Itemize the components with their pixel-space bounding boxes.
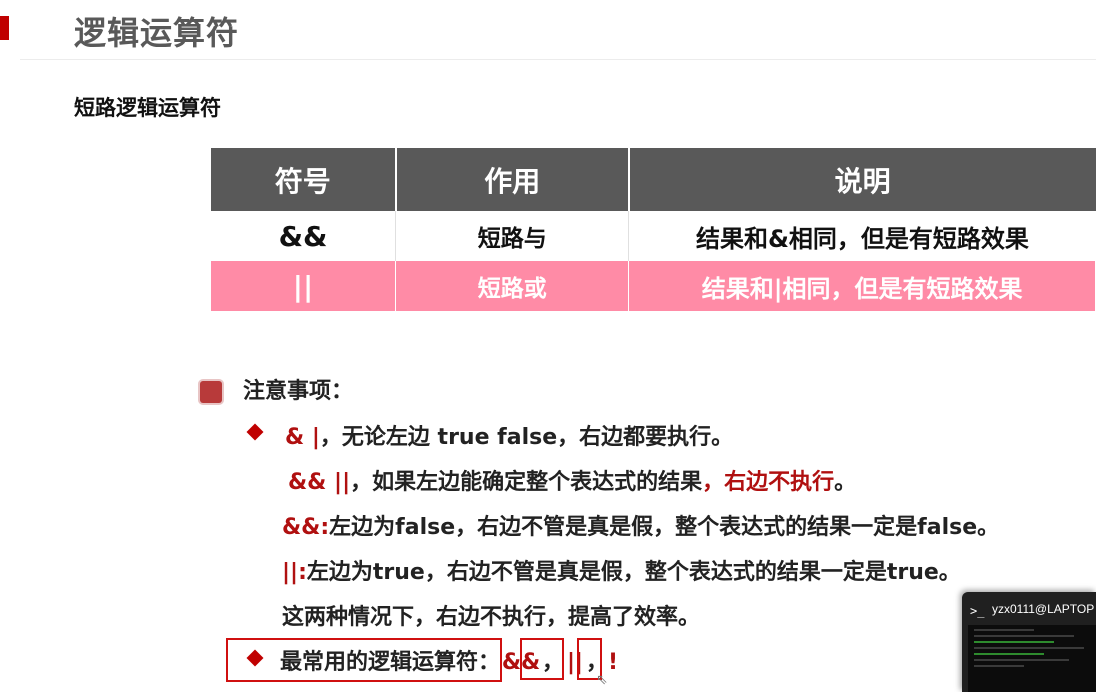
- note-square-icon: [200, 381, 222, 403]
- row-symbol: ||: [211, 261, 397, 311]
- row-description: 结果和|相同，但是有短路效果: [628, 261, 1096, 311]
- terminal-line: [974, 647, 1084, 649]
- table-row: && 短路与 结果和&相同，但是有短路效果: [211, 211, 1096, 261]
- row-function: 短路或: [395, 261, 630, 311]
- note-line-4: ||:左边为true，右边不管是真是假，整个表达式的结果一定是true。: [282, 554, 961, 586]
- terminal-window-thumbnail[interactable]: >_ yzx0111@LAPTOP: [962, 592, 1096, 692]
- note-emphasis: ，右边不执行: [702, 470, 835, 495]
- notes-heading: 注意事项：: [243, 379, 354, 404]
- terminal-icon: >_: [970, 604, 985, 618]
- highlight-box-and: [520, 638, 564, 680]
- operator-table: 符号 作用 说明 && 短路与 结果和&相同，但是有短路效果 || 短路或 结果…: [211, 148, 1096, 311]
- note-text-end: 。: [834, 470, 857, 495]
- note-operator: & |: [285, 425, 320, 450]
- common-operators-label: 最常用的逻辑运算符：: [280, 650, 501, 675]
- slide-title: 逻辑运算符: [74, 14, 240, 52]
- mouse-cursor-icon: ⇖: [596, 672, 608, 688]
- diamond-bullet-icon: [246, 423, 264, 441]
- header-symbol: 符号: [211, 148, 397, 211]
- terminal-line: [974, 665, 1024, 667]
- note-operator: &&:: [282, 515, 330, 540]
- note-line-2: && ||，如果左边能确定整个表达式的结果，右边不执行。: [288, 464, 856, 496]
- note-text: ，如果左边能确定整个表达式的结果: [350, 470, 703, 495]
- note-text: ，无论左边 true false，右边都要执行。: [319, 425, 734, 450]
- title-accent-bar: [0, 16, 9, 40]
- note-operator: && ||: [288, 470, 351, 495]
- row-description: 结果和&相同，但是有短路效果: [628, 211, 1096, 261]
- table-row-highlighted: || 短路或 结果和|相同，但是有短路效果: [211, 261, 1096, 311]
- terminal-line: [974, 635, 1074, 637]
- terminal-line: [974, 629, 1034, 631]
- note-text: 左边为true，右边不管是真是假，整个表达式的结果一定是true。: [306, 560, 961, 585]
- title-divider: [20, 59, 1096, 60]
- note-line-5: 这两种情况下，右边不执行，提高了效率。: [282, 605, 701, 630]
- note-line-1: & |，无论左边 true false，右边都要执行。: [285, 419, 733, 451]
- terminal-title: yzx0111@LAPTOP: [992, 602, 1095, 616]
- terminal-preview: [968, 625, 1096, 692]
- note-line-3: &&:左边为false，右边不管是真是假，整个表达式的结果一定是false。: [282, 509, 999, 541]
- table-header-row: 符号 作用 说明: [211, 148, 1096, 211]
- row-symbol: &&: [211, 211, 397, 261]
- common-operators-line: 最常用的逻辑运算符：&&， ||，!: [280, 644, 618, 676]
- row-function: 短路与: [395, 211, 630, 261]
- terminal-line: [974, 641, 1054, 643]
- terminal-line: [974, 659, 1069, 661]
- note-text: 左边为false，右边不管是真是假，整个表达式的结果一定是false。: [329, 515, 1000, 540]
- operator-not: !: [608, 650, 619, 675]
- section-subtitle: 短路逻辑运算符: [74, 96, 221, 120]
- header-description: 说明: [628, 148, 1096, 211]
- note-operator: ||:: [282, 560, 307, 585]
- header-function: 作用: [395, 148, 630, 211]
- terminal-line: [974, 653, 1044, 655]
